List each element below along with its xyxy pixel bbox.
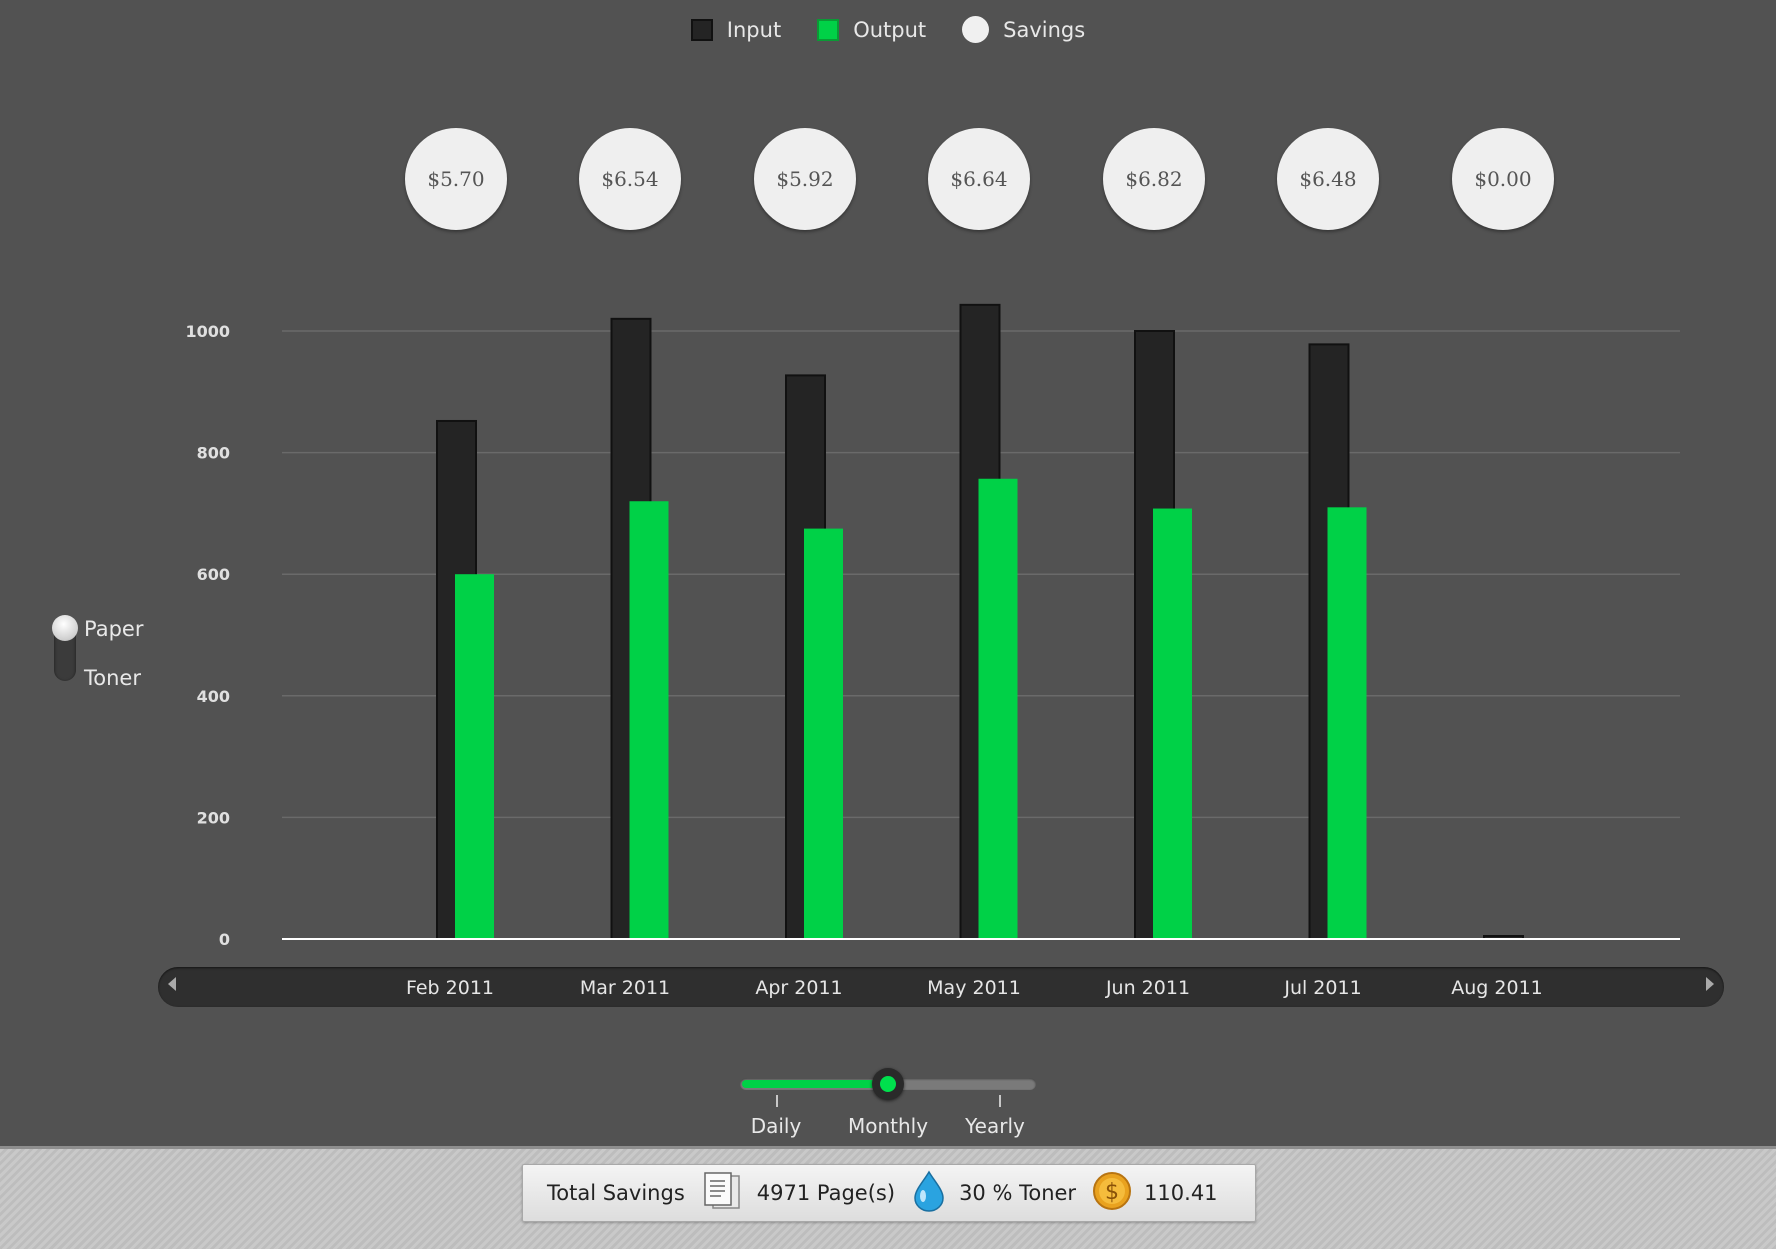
output-bar [629, 501, 669, 939]
x-tick-label: Feb 2011 [405, 977, 495, 999]
x-tick-label: Jul 2011 [1284, 977, 1362, 999]
y-tick-label: 600 [197, 565, 230, 584]
y-tick-label: 400 [197, 687, 230, 706]
y-axis-ticks: 0 200 400 600 800 1000 [185, 322, 230, 949]
savings-dashboard: Input Output Savings $5.70 $6.54 $5.92 $… [0, 0, 1776, 1249]
output-bar [1153, 508, 1192, 939]
slider-tick [999, 1095, 1001, 1107]
slider-thumb[interactable] [872, 1068, 904, 1100]
toggle-option-paper[interactable]: Paper [84, 617, 143, 641]
toner-saved-value: 30 % Toner [959, 1181, 1077, 1205]
svg-text:$: $ [1105, 1180, 1119, 1205]
y-tick-label: 800 [197, 444, 230, 463]
triangle-right-icon[interactable] [1706, 977, 1714, 991]
y-tick-label: 1000 [185, 322, 230, 341]
slider-tick [776, 1095, 778, 1107]
x-tick-label: Aug 2011 [1451, 977, 1543, 999]
output-bar [455, 574, 494, 939]
pages-saved-value: 4971 Page(s) [756, 1181, 896, 1205]
total-savings-panel: Total Savings 4971 Page(s) 30 % Toner $ … [522, 1164, 1256, 1222]
bar-chart: 0 200 400 600 800 1000 [185, 303, 1680, 949]
timeline-scrollbar[interactable]: Feb 2011 Mar 2011 Apr 2011 May 2011 Jun … [158, 967, 1724, 1007]
dollar-coin-icon: $ [1092, 1171, 1132, 1216]
output-bar [804, 528, 843, 939]
toggle-knob[interactable] [52, 615, 78, 641]
bars [436, 303, 1524, 941]
output-bar [978, 478, 1018, 939]
document-pages-icon [701, 1171, 743, 1216]
x-tick-label: Jun 2011 [1105, 977, 1191, 999]
x-tick-label: Mar 2011 [579, 977, 671, 999]
paper-toner-toggle[interactable]: Paper Toner [52, 615, 162, 695]
total-savings-label: Total Savings [547, 1181, 685, 1205]
y-tick-label: 0 [219, 930, 230, 949]
toggle-option-toner[interactable]: Toner [84, 666, 141, 690]
period-slider[interactable]: Daily Monthly Yearly [740, 1068, 1040, 1150]
period-option-yearly[interactable]: Yearly [965, 1114, 1025, 1138]
period-option-daily[interactable]: Daily [751, 1114, 802, 1138]
slider-fill [742, 1080, 888, 1088]
x-tick-label: Apr 2011 [755, 977, 843, 999]
y-tick-label: 200 [197, 808, 230, 827]
money-saved-value: 110.41 [1144, 1181, 1218, 1205]
output-bar [1327, 507, 1367, 939]
triangle-left-icon[interactable] [168, 977, 176, 991]
x-tick-label: May 2011 [927, 977, 1021, 999]
water-drop-icon [911, 1170, 947, 1217]
period-option-monthly[interactable]: Monthly [848, 1114, 928, 1138]
